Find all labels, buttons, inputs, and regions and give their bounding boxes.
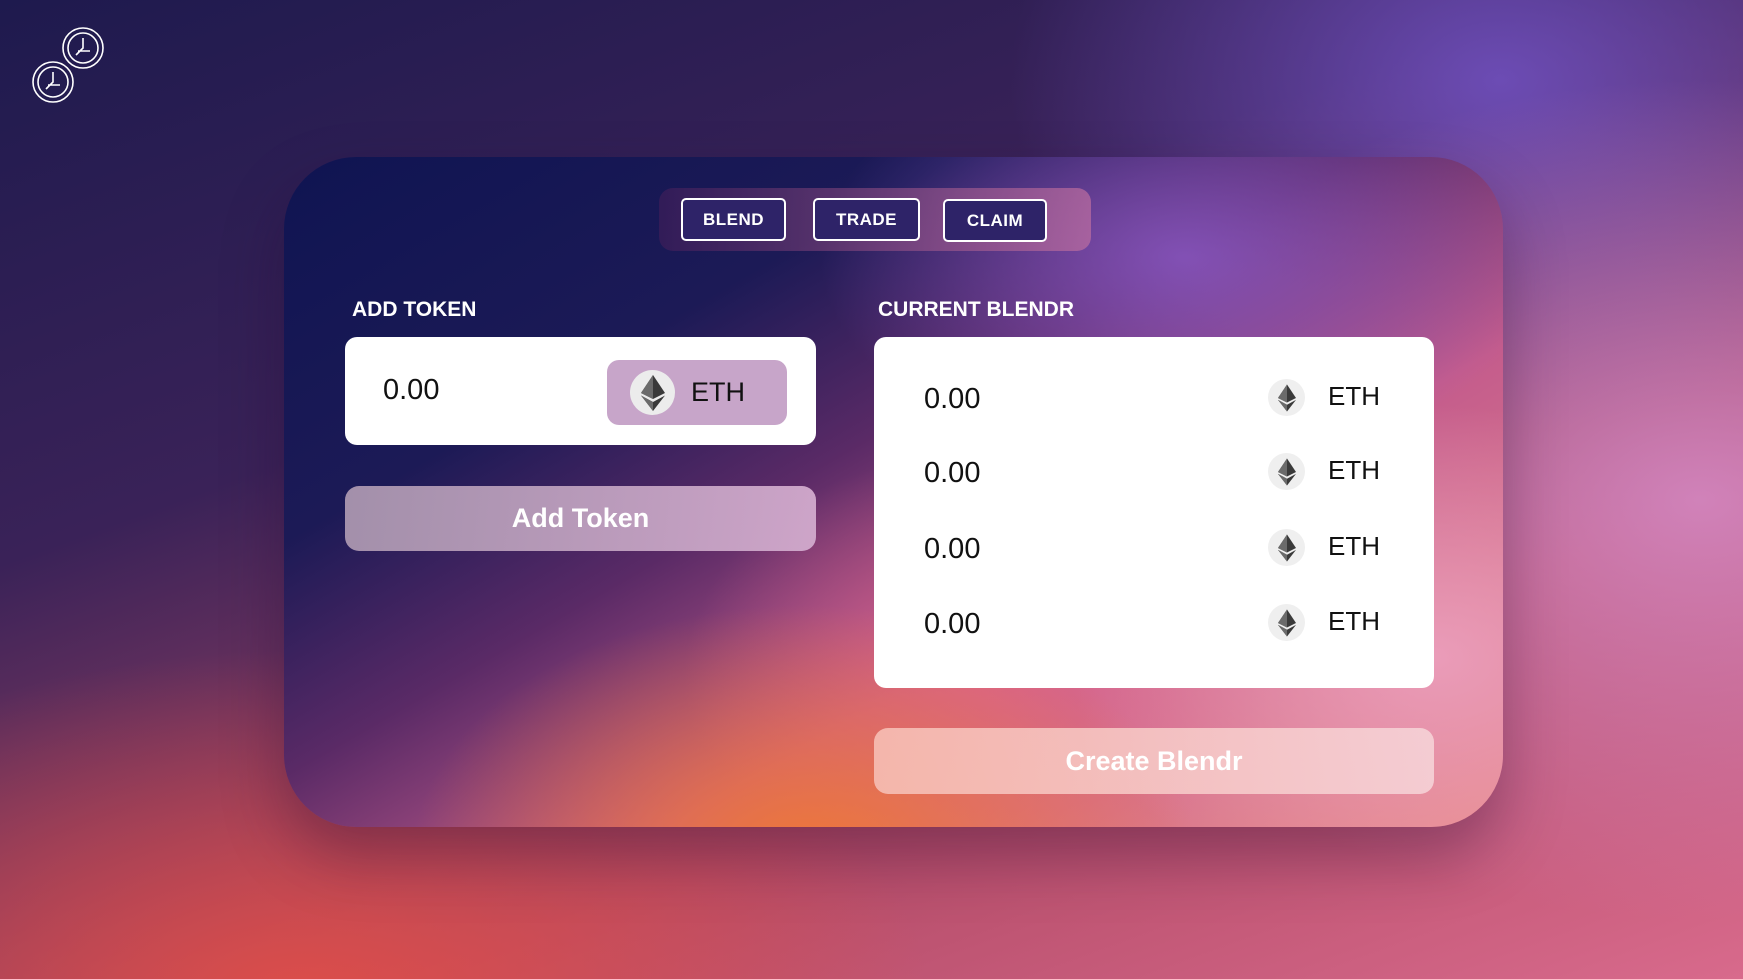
list-item: 0.00 ETH bbox=[874, 375, 1434, 425]
token-amount: 0.00 bbox=[924, 533, 981, 565]
token-amount: 0.00 bbox=[924, 608, 981, 640]
ethereum-icon bbox=[1268, 529, 1305, 566]
tab-claim[interactable]: CLAIM bbox=[943, 199, 1047, 242]
tab-bar: BLEND TRADE CLAIM bbox=[659, 188, 1091, 251]
token-symbol: ETH bbox=[691, 377, 745, 407]
list-item: 0.00 ETH bbox=[874, 525, 1434, 575]
current-blendr-heading: CURRENT BLENDR bbox=[878, 298, 1074, 321]
ethereum-icon bbox=[630, 370, 675, 415]
token-symbol: ETH bbox=[1328, 531, 1380, 561]
token-symbol: ETH bbox=[1328, 606, 1380, 636]
coins-logo-icon[interactable] bbox=[30, 26, 110, 106]
token-amount: 0.00 bbox=[924, 383, 981, 415]
token-symbol: ETH bbox=[1328, 455, 1380, 485]
tab-trade[interactable]: TRADE bbox=[813, 198, 920, 241]
amount-input[interactable]: 0.00 bbox=[383, 374, 439, 407]
add-token-button[interactable]: Add Token bbox=[345, 486, 816, 551]
add-token-panel: 0.00 ETH bbox=[345, 337, 816, 445]
token-selector[interactable]: ETH bbox=[607, 360, 787, 425]
add-token-heading: ADD TOKEN bbox=[352, 298, 477, 321]
tab-blend[interactable]: BLEND bbox=[681, 198, 786, 241]
ethereum-icon bbox=[1268, 604, 1305, 641]
token-amount: 0.00 bbox=[924, 457, 981, 489]
ethereum-icon bbox=[1268, 453, 1305, 490]
list-item: 0.00 ETH bbox=[874, 600, 1434, 650]
token-symbol: ETH bbox=[1328, 381, 1380, 411]
create-blendr-button[interactable]: Create Blendr bbox=[874, 728, 1434, 794]
list-item: 0.00 ETH bbox=[874, 449, 1434, 499]
current-blendr-panel: 0.00 ETH 0.00 ETH 0.00 ETH 0.00 ETH bbox=[874, 337, 1434, 688]
blend-card: BLEND TRADE CLAIM ADD TOKEN CURRENT BLEN… bbox=[284, 157, 1503, 827]
ethereum-icon bbox=[1268, 379, 1305, 416]
